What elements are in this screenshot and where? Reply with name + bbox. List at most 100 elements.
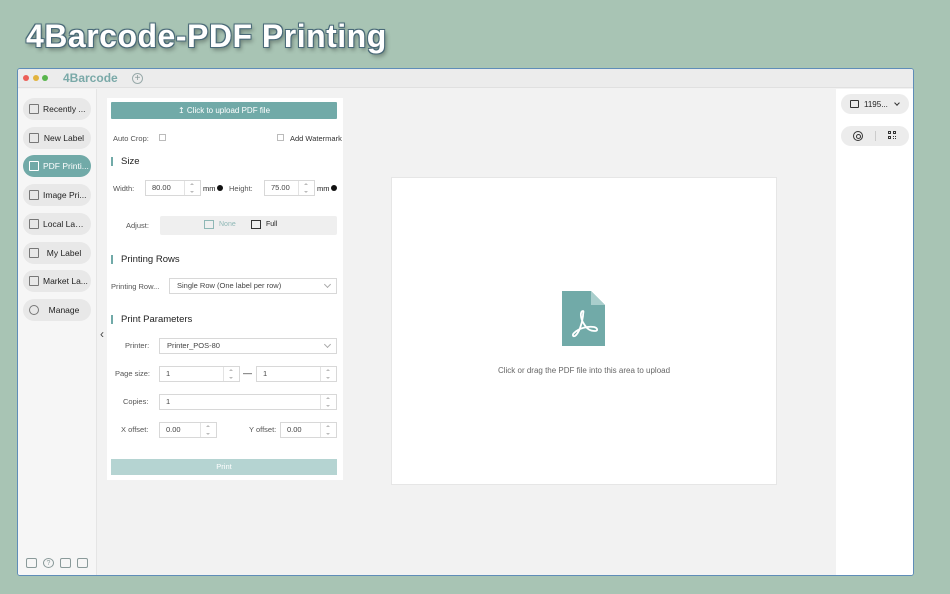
printer-select[interactable]: Printer_POS-80 — [159, 338, 337, 354]
sidebar: Recently ... New Label PDF Printi... Ima… — [18, 89, 97, 575]
size-section-title: Size — [111, 156, 139, 167]
minimize-window-button[interactable] — [33, 75, 39, 81]
upload-button-label: Click to upload PDF file — [186, 106, 271, 115]
page-range-dash: — — [243, 368, 252, 378]
sidebar-item-label: Manage — [48, 305, 80, 315]
page-to-value: 1 — [263, 369, 268, 378]
sidebar-item-my-label[interactable]: My Label — [23, 242, 91, 264]
app-name: 4Barcode — [63, 71, 118, 85]
y-offset-input[interactable]: 0.00 — [280, 422, 337, 438]
info-icon[interactable] — [217, 185, 223, 191]
add-watermark-checkbox[interactable] — [277, 134, 284, 141]
page-to-input[interactable]: 1 — [256, 366, 337, 382]
printer-name: 1195... — [864, 99, 888, 109]
auto-crop-checkbox[interactable] — [159, 134, 166, 141]
image-icon — [29, 190, 39, 200]
page-from-stepper[interactable] — [223, 367, 239, 381]
height-input[interactable]: 75.00 — [264, 180, 315, 196]
divider — [875, 131, 876, 141]
adjust-full-label: Full — [266, 221, 278, 228]
page-title: 4Barcode-PDF Printing — [26, 18, 387, 54]
recent-icon — [29, 104, 39, 114]
x-offset-stepper[interactable] — [200, 423, 216, 437]
qr-code-icon[interactable] — [888, 131, 897, 140]
zoom-window-button[interactable] — [42, 75, 48, 81]
width-input[interactable]: 80.00 — [145, 180, 201, 196]
copies-label: Copies: — [123, 397, 149, 406]
add-watermark-label: Add Watermark — [290, 134, 342, 143]
help-icon[interactable]: ? — [43, 558, 54, 568]
printing-rows-value: Single Row (One label per row) — [177, 281, 282, 290]
title-bar: 4Barcode + — [18, 69, 913, 88]
auto-crop-label: Auto Crop: — [113, 134, 149, 143]
printing-rows-section-title: Printing Rows — [111, 254, 180, 265]
copies-stepper[interactable] — [320, 395, 336, 409]
page-size-label: Page size: — [115, 369, 151, 378]
sidebar-item-recently[interactable]: Recently ... — [23, 98, 91, 120]
adjust-none-label: None — [219, 221, 236, 228]
folder-icon — [29, 219, 39, 229]
copies-value: 1 — [166, 397, 171, 406]
printer-selector[interactable]: 1195... — [841, 94, 909, 114]
no-fit-icon — [204, 220, 214, 229]
height-stepper[interactable] — [298, 181, 314, 195]
page-to-stepper[interactable] — [320, 367, 336, 381]
sidebar-item-market-label[interactable]: Market La... — [23, 270, 91, 292]
width-unit: mm — [203, 184, 216, 193]
printer-value: Printer_POS-80 — [167, 341, 220, 350]
width-stepper[interactable] — [184, 181, 200, 195]
sidebar-item-manage[interactable]: Manage — [23, 299, 91, 321]
settings-gear-icon[interactable] — [853, 131, 863, 141]
chevron-down-icon — [894, 100, 900, 106]
y-offset-stepper[interactable] — [320, 423, 336, 437]
drop-instructions: Click or drag the PDF file into this are… — [497, 366, 671, 375]
sidebar-item-label: New Label — [43, 133, 85, 143]
add-tab-icon[interactable]: + — [132, 73, 143, 84]
width-label: Width: — [113, 184, 135, 193]
sidebar-item-new-label[interactable]: New Label — [23, 127, 91, 149]
adjust-full-option[interactable]: Full — [251, 220, 277, 229]
y-offset-value: 0.00 — [287, 425, 302, 434]
printer-label: Printer: — [125, 341, 150, 350]
sidebar-item-label: Market La... — [43, 276, 88, 286]
full-fit-icon — [251, 220, 261, 229]
height-value: 75.00 — [271, 183, 290, 192]
height-label: Height: — [229, 184, 253, 193]
sidebar-item-label: Local Label — [43, 219, 87, 229]
gear-icon — [29, 305, 39, 315]
adjust-toggle: None Full — [160, 216, 337, 235]
height-unit: mm — [317, 184, 330, 193]
printing-rows-label: Printing Row... — [111, 282, 160, 291]
x-offset-value: 0.00 — [166, 425, 181, 434]
x-offset-label: X offset: — [121, 425, 149, 434]
x-offset-input[interactable]: 0.00 — [159, 422, 217, 438]
market-icon — [29, 276, 39, 286]
adjust-none-option[interactable]: None — [204, 220, 236, 229]
sidebar-item-pdf-printing[interactable]: PDF Printi... — [23, 155, 91, 177]
chevron-down-icon — [323, 280, 332, 289]
app-window: 4Barcode + Recently ... New Label PDF Pr… — [17, 68, 914, 576]
info-icon[interactable] — [331, 185, 337, 191]
sidebar-footer: ? — [26, 558, 88, 568]
printer-icon — [850, 100, 859, 108]
printing-rows-select[interactable]: Single Row (One label per row) — [169, 278, 337, 294]
copies-input[interactable]: 1 — [159, 394, 337, 410]
sidebar-item-label: PDF Printi... — [43, 161, 89, 171]
video-icon[interactable] — [77, 558, 88, 568]
page-from-input[interactable]: 1 — [159, 366, 240, 382]
print-parameters-section-title: Print Parameters — [111, 314, 192, 325]
pdf-drop-area[interactable]: Click or drag the PDF file into this are… — [391, 177, 777, 485]
new-label-icon — [29, 133, 39, 143]
sidebar-item-image-printing[interactable]: Image Pri... — [23, 184, 91, 206]
right-toolbar: 1195... — [836, 89, 913, 575]
page-from-value: 1 — [166, 369, 171, 378]
close-window-button[interactable] — [23, 75, 29, 81]
upload-pdf-button[interactable]: ↥ Click to upload PDF file — [111, 102, 337, 119]
sidebar-item-label: Recently ... — [43, 104, 86, 114]
sidebar-item-label: My Label — [46, 248, 82, 258]
sidebar-item-local-label[interactable]: Local Label — [23, 213, 91, 235]
mail-icon[interactable] — [60, 558, 71, 568]
print-button[interactable]: Print — [111, 459, 337, 475]
collapse-panel-icon[interactable]: ‹ — [100, 327, 104, 341]
document-icon[interactable] — [26, 558, 37, 568]
